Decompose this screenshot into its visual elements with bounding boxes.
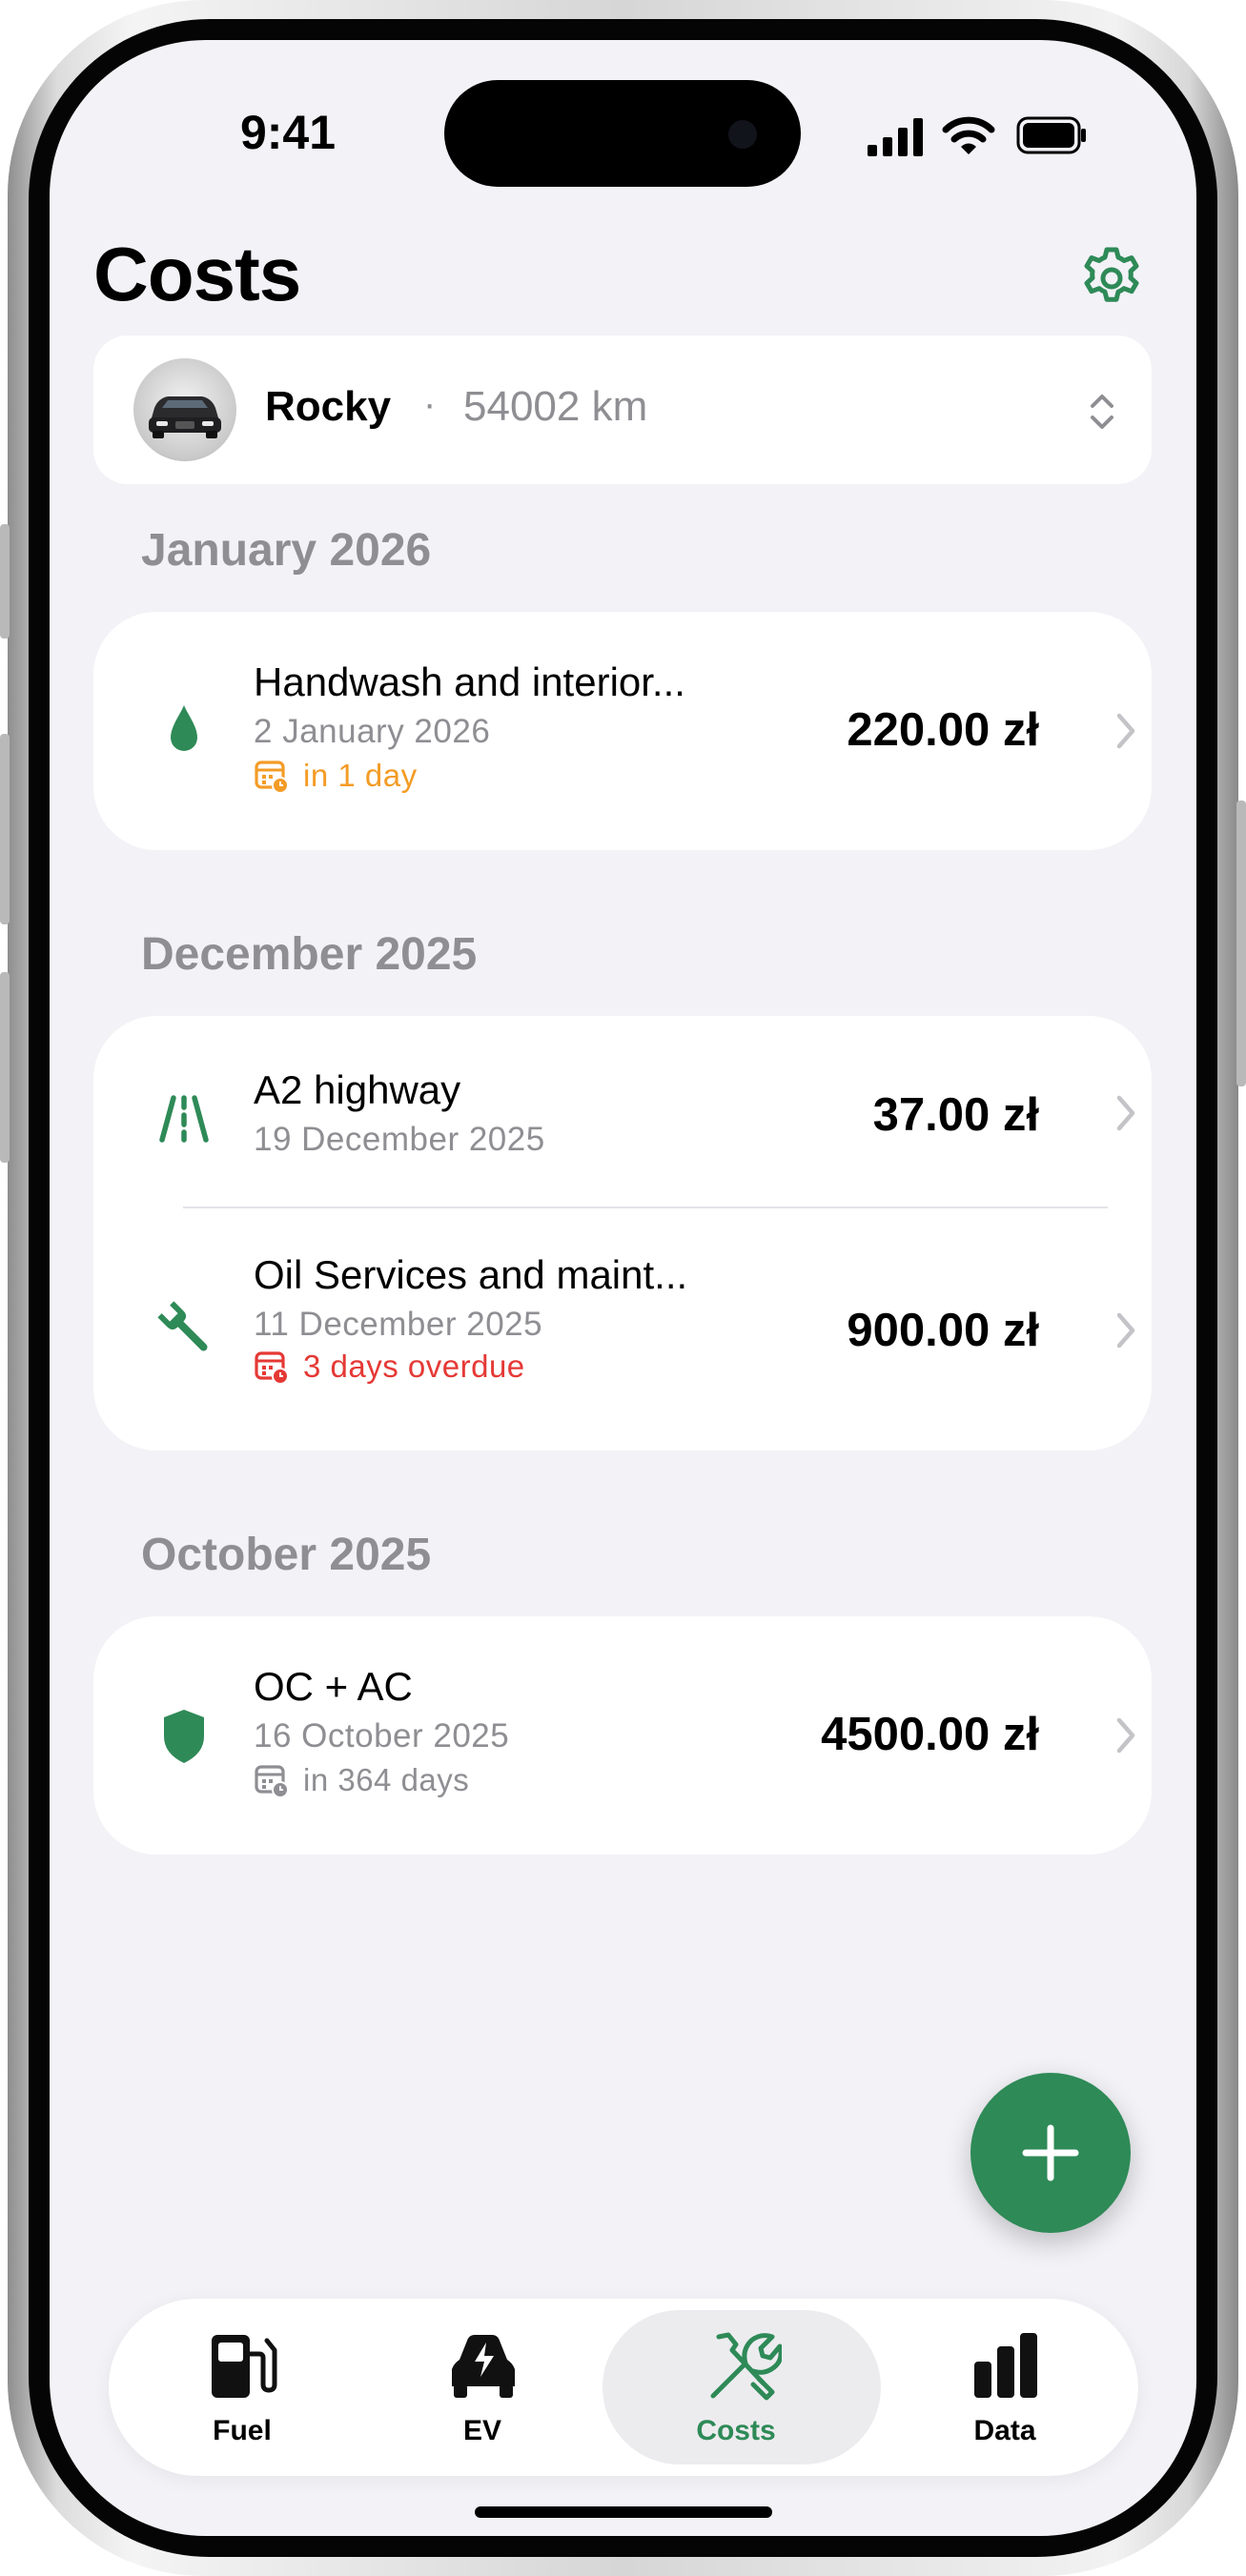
cost-row[interactable]: A2 highway 19 December 2025 37.00 zł [93, 1016, 1152, 1207]
chevron-right-icon [1116, 1717, 1135, 1754]
section-header: December 2025 [141, 929, 478, 980]
cost-name: Handwash and interior... [254, 659, 685, 704]
tab-label: Fuel [213, 2415, 272, 2446]
cost-name: OC + AC [254, 1664, 413, 1709]
due-text: 3 days overdue [303, 1349, 525, 1384]
cost-row[interactable]: Handwash and interior... 2 January 2026 … [93, 612, 1152, 850]
volume-down-button [0, 972, 10, 1163]
wrench-icon [157, 1301, 208, 1351]
vehicle-separator: · [423, 383, 437, 425]
cost-card: OC + AC 16 October 2025 in 364 days 4500… [93, 1616, 1152, 1855]
due-indicator: in 364 days [254, 1761, 469, 1799]
calendar-clock-icon [255, 1765, 289, 1798]
due-indicator: 3 days overdue [254, 1348, 525, 1386]
vehicle-name: Rocky [265, 383, 392, 430]
section-header: October 2025 [141, 1530, 432, 1580]
drop-icon [171, 705, 197, 751]
cost-date: 11 December 2025 [254, 1306, 543, 1343]
cost-amount: 37.00 zł [872, 1089, 1039, 1141]
tab-label: EV [462, 2415, 502, 2446]
tab-label: Data [973, 2415, 1036, 2446]
cost-amount: 900.00 zł [847, 1305, 1039, 1356]
tab-data[interactable]: Data [871, 2299, 1138, 2476]
cost-date: 19 December 2025 [254, 1121, 545, 1158]
due-text: in 1 day [303, 758, 418, 793]
calendar-clock-icon [255, 761, 289, 794]
cost-amount: 220.00 zł [847, 704, 1039, 756]
bar-chart-icon [974, 2333, 1037, 2398]
front-camera [728, 120, 757, 149]
cost-amount: 4500.00 zł [821, 1709, 1039, 1760]
chevron-right-icon [1116, 1095, 1135, 1131]
chevron-right-icon [1116, 1312, 1135, 1349]
cost-date: 2 January 2026 [254, 713, 491, 750]
due-indicator: in 1 day [254, 757, 418, 795]
screen: 9:41 Costs Rocky · 54002 km January 2026… [50, 40, 1196, 2536]
vehicle-avatar [133, 358, 236, 461]
action-button [0, 524, 10, 639]
shield-icon [164, 1710, 204, 1763]
add-cost-button[interactable] [970, 2073, 1131, 2233]
tab-ev[interactable]: EV [349, 2299, 616, 2476]
gear-icon[interactable] [1077, 244, 1146, 313]
road-icon [159, 1095, 209, 1143]
status-time: 9:41 [239, 106, 337, 159]
tab-label: Costs [696, 2415, 776, 2446]
chevron-up-down-icon [1091, 395, 1113, 429]
tab-bar: Fuel EV Costs Data [109, 2299, 1138, 2476]
plus-icon [1022, 2124, 1079, 2181]
car-photo [149, 396, 221, 438]
wifi-icon [942, 116, 995, 154]
ev-car-icon [452, 2335, 515, 2398]
tools-icon [710, 2332, 782, 2401]
cost-card: Handwash and interior... 2 January 2026 … [93, 612, 1152, 850]
calendar-clock-icon [255, 1351, 289, 1385]
due-text: in 364 days [303, 1762, 470, 1797]
cost-date: 16 October 2025 [254, 1717, 510, 1755]
tab-fuel[interactable]: Fuel [109, 2299, 376, 2476]
cost-row[interactable]: Oil Services and maint... 11 December 20… [93, 1208, 1152, 1450]
cost-name: Oil Services and maint... [254, 1252, 688, 1297]
section-header: January 2026 [141, 525, 432, 576]
volume-up-button [0, 734, 10, 924]
page-title: Costs [93, 232, 301, 316]
chevron-right-icon [1116, 713, 1135, 749]
fuel-pump-icon [212, 2335, 277, 2398]
vehicle-odometer: 54002 km [463, 383, 648, 430]
home-indicator [475, 2506, 772, 2518]
battery-icon [1016, 116, 1086, 154]
power-button [1236, 801, 1246, 1086]
cost-row[interactable]: OC + AC 16 October 2025 in 364 days 4500… [93, 1616, 1152, 1855]
vehicle-selector[interactable]: Rocky · 54002 km [93, 335, 1152, 484]
cost-card: A2 highway 19 December 2025 37.00 zł Oil… [93, 1016, 1152, 1450]
cellular-signal-icon [868, 118, 923, 156]
cost-name: A2 highway [254, 1067, 461, 1112]
tab-costs[interactable]: Costs [603, 2299, 881, 2476]
